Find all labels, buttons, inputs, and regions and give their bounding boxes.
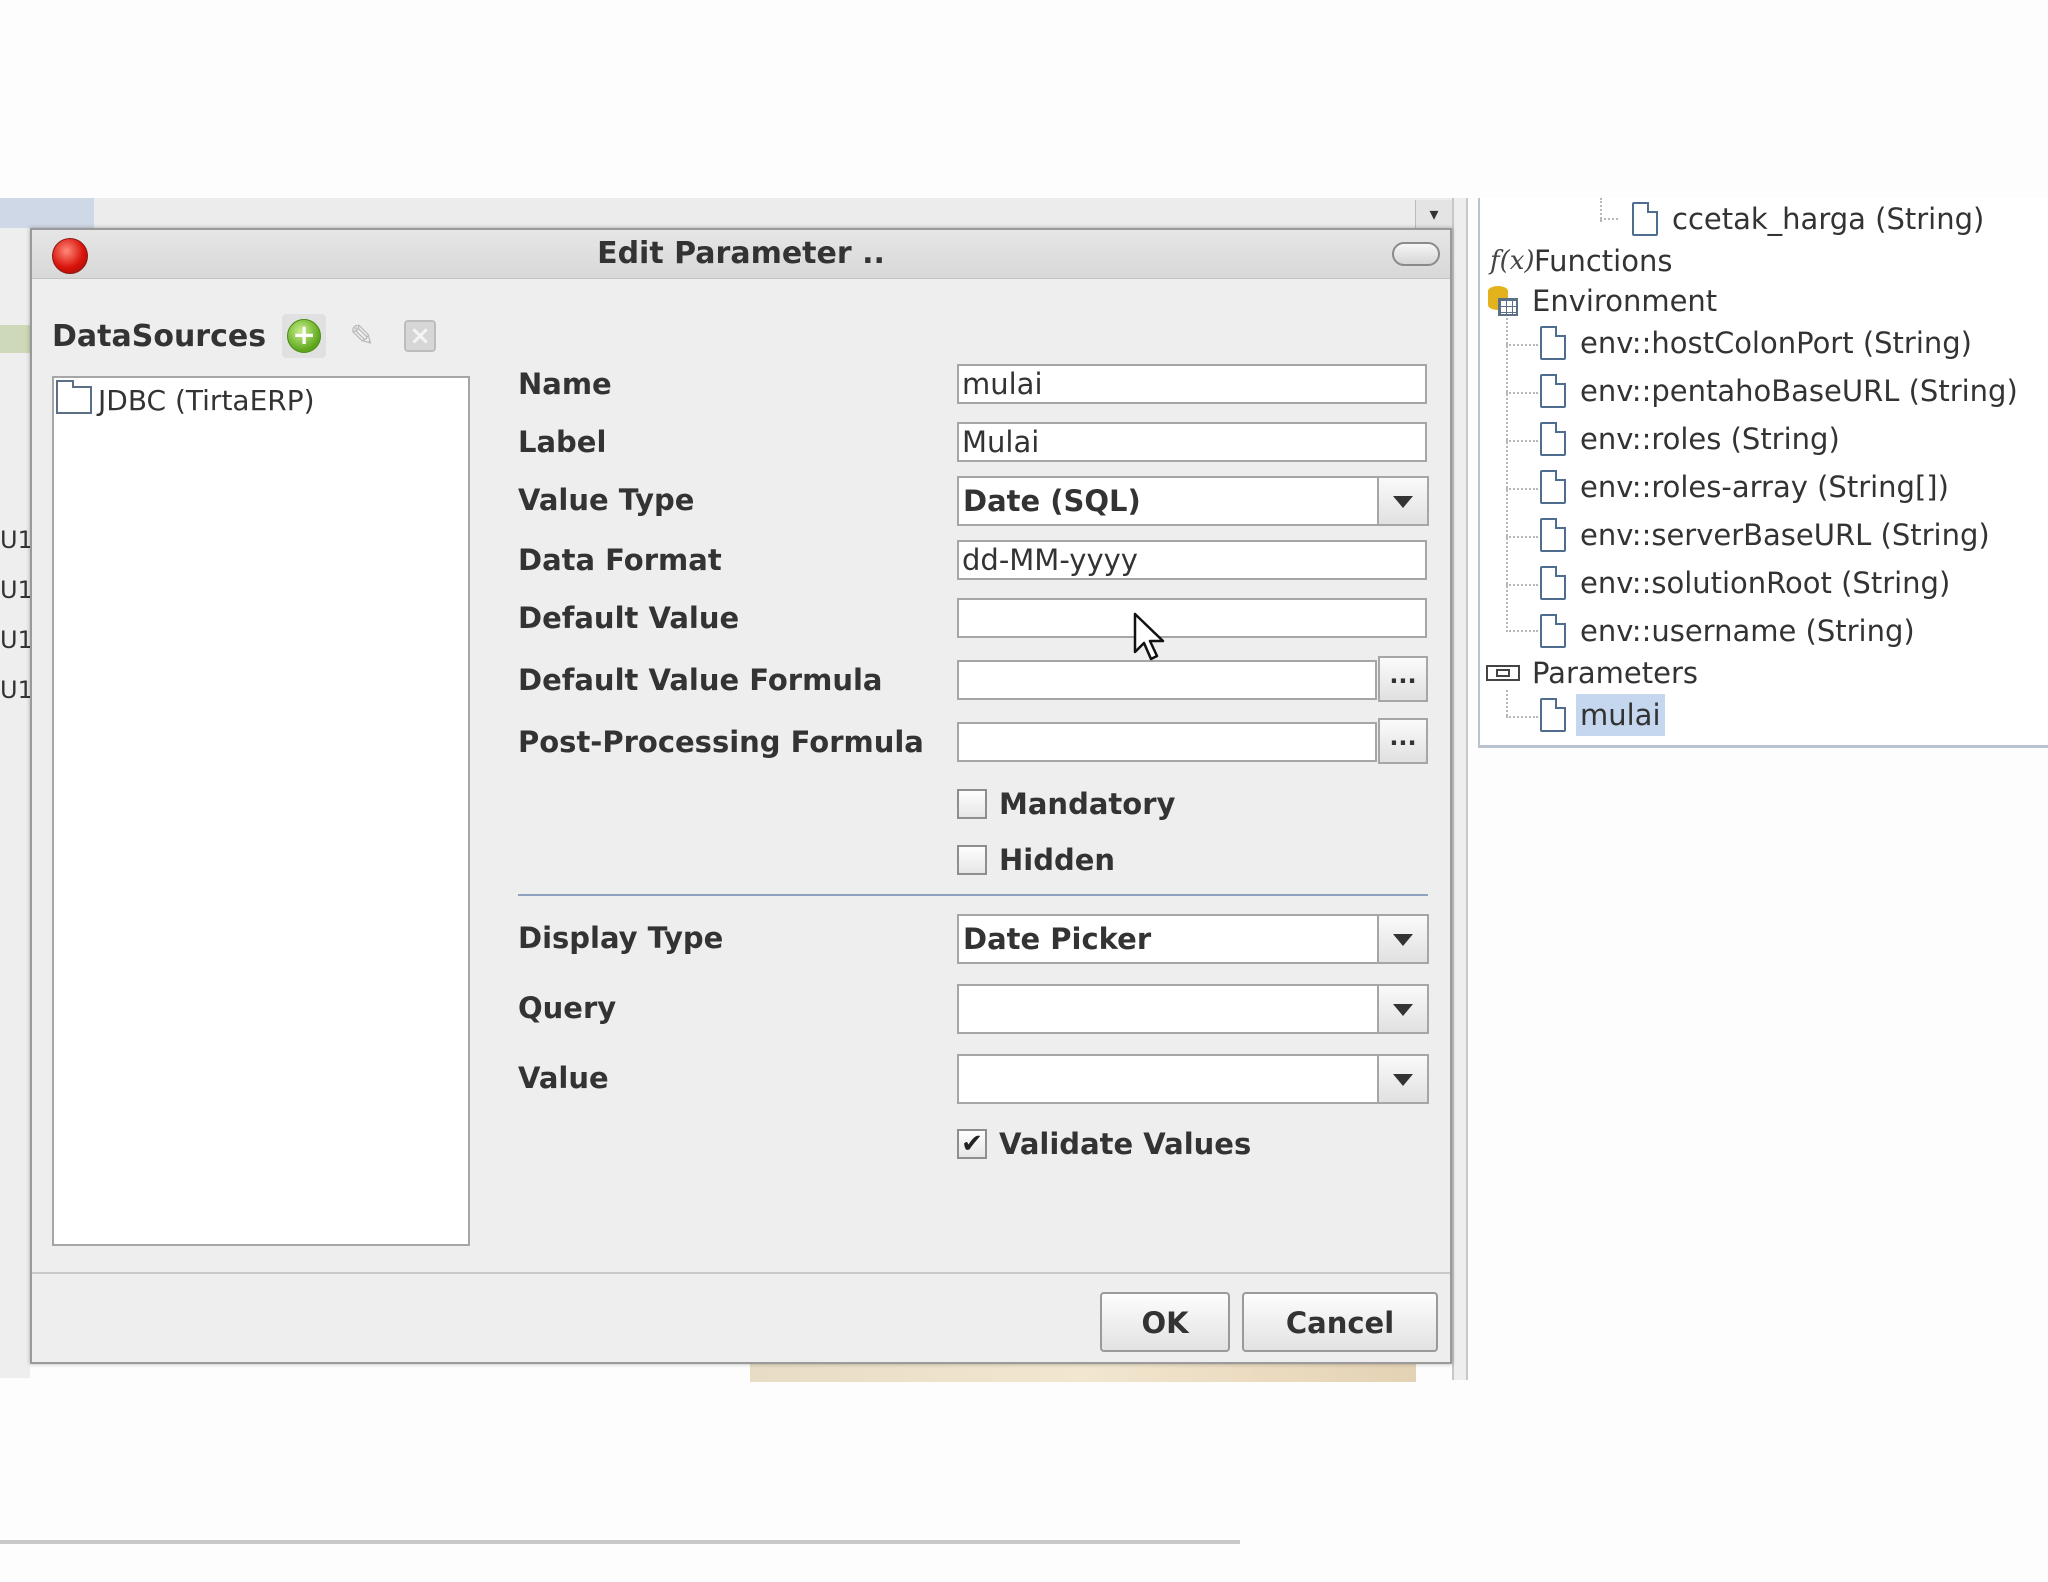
background-fragment-text: U1 <box>0 526 30 554</box>
pencil-icon: ✎ <box>349 318 375 354</box>
background-fragment-text: U1 <box>0 626 30 654</box>
datasource-item-jdbc[interactable]: JDBC (TirtaERP) <box>56 380 315 418</box>
value-type-label: Value Type <box>518 483 695 517</box>
dialog-titlebar[interactable]: Edit Parameter .. <box>32 230 1450 279</box>
background-tab[interactable] <box>0 198 94 228</box>
hidden-checkbox-row[interactable]: Hidden <box>957 840 1115 880</box>
data-format-field[interactable]: dd-MM-yyyy <box>957 540 1427 580</box>
data-structure-tree[interactable]: ccetak_harga (String) f(x) Functions Env… <box>1478 198 2048 748</box>
mandatory-label: Mandatory <box>999 787 1176 821</box>
tree-item-env-username[interactable]: env::username (String) <box>1540 610 1919 652</box>
tree-item-env-roles[interactable]: env::roles (String) <box>1540 418 1844 460</box>
datasources-header: DataSources + ✎ × <box>52 314 456 358</box>
document-icon <box>1540 614 1566 648</box>
label-field[interactable]: Mulai <box>957 422 1427 462</box>
document-icon <box>1540 326 1566 360</box>
dialog-title: Edit Parameter .. <box>597 236 885 271</box>
name-field[interactable]: mulai <box>957 364 1427 404</box>
tree-item-mulai[interactable]: mulai <box>1540 694 1665 736</box>
validate-values-label: Validate Values <box>999 1127 1252 1161</box>
default-value-label: Default Value <box>518 601 740 635</box>
value-label: Value <box>518 1061 609 1095</box>
tree-item-env-roles-array[interactable]: env::roles-array (String[]) <box>1540 466 1953 508</box>
data-format-label: Data Format <box>518 543 722 577</box>
background-toolbar-strip <box>0 198 1452 229</box>
query-select[interactable] <box>957 984 1429 1034</box>
post-processing-formula-label: Post-Processing Formula <box>518 725 924 759</box>
default-value-formula-field[interactable] <box>957 660 1377 700</box>
name-label-text: Name <box>518 367 612 401</box>
chevron-down-icon[interactable] <box>1377 986 1427 1032</box>
environment-icon <box>1486 284 1520 318</box>
tree-item-ccetak-harga[interactable]: ccetak_harga (String) <box>1632 198 1988 240</box>
tree-item-environment[interactable]: Environment <box>1486 280 1721 322</box>
background-left-panel <box>0 228 30 1378</box>
add-datasource-button[interactable]: + <box>282 314 327 358</box>
datasource-item-label: JDBC (TirtaERP) <box>98 383 315 417</box>
chevron-down-icon[interactable] <box>1377 478 1427 524</box>
mandatory-checkbox[interactable] <box>957 789 987 819</box>
document-icon <box>1632 202 1658 236</box>
default-value-formula-label: Default Value Formula <box>518 663 883 697</box>
label-label: Label <box>518 425 607 459</box>
mouse-cursor-icon <box>1133 612 1165 661</box>
default-value-formula-button[interactable]: ... <box>1378 656 1428 702</box>
post-processing-formula-button[interactable]: ... <box>1378 718 1428 764</box>
value-type-selected: Date (SQL) <box>963 484 1141 518</box>
datasources-list[interactable]: JDBC (TirtaERP) <box>52 376 470 1246</box>
chevron-down-icon[interactable] <box>1377 1056 1427 1102</box>
document-icon <box>1540 566 1566 600</box>
post-processing-formula-field[interactable] <box>957 722 1377 762</box>
tree-item-env-hostcolonport[interactable]: env::hostColonPort (String) <box>1540 322 1976 364</box>
tree-item-env-serverbaseurl[interactable]: env::serverBaseURL (String) <box>1540 514 1994 556</box>
background-left-highlight <box>0 325 30 353</box>
background-fragment-text: U1 <box>0 676 30 704</box>
chevron-down-icon[interactable] <box>1377 916 1427 962</box>
background-horizontal-scrollbar[interactable] <box>0 1540 1240 1544</box>
validate-values-checkbox[interactable]: ✔ <box>957 1129 987 1159</box>
folder-icon <box>56 380 92 414</box>
function-icon: f(x) <box>1490 246 1535 276</box>
display-type-label: Display Type <box>518 921 724 955</box>
panel-split-divider[interactable] <box>1452 198 1468 1380</box>
hidden-checkbox[interactable] <box>957 845 987 875</box>
display-type-select[interactable]: Date Picker <box>957 914 1429 964</box>
edit-datasource-button[interactable]: ✎ <box>340 314 384 358</box>
value-select[interactable] <box>957 1054 1429 1104</box>
document-icon <box>1540 470 1566 504</box>
parameters-icon <box>1486 665 1520 681</box>
form-separator <box>518 894 1428 896</box>
display-type-selected: Date Picker <box>963 922 1152 956</box>
delete-icon: × <box>404 320 437 352</box>
query-label: Query <box>518 991 617 1025</box>
value-type-select[interactable]: Date (SQL) <box>957 476 1429 526</box>
tree-item-env-solutionroot[interactable]: env::solutionRoot (String) <box>1540 562 1954 604</box>
mandatory-checkbox-row[interactable]: Mandatory <box>957 784 1175 824</box>
default-value-field[interactable] <box>957 598 1427 638</box>
tree-item-env-pentahobaseurl[interactable]: env::pentahoBaseURL (String) <box>1540 370 2022 412</box>
delete-datasource-button[interactable]: × <box>398 314 442 358</box>
hidden-label: Hidden <box>999 843 1116 877</box>
document-icon <box>1540 518 1566 552</box>
document-icon <box>1540 422 1566 456</box>
background-fragment-text: U1 <box>0 576 30 604</box>
cancel-button[interactable]: Cancel <box>1242 1292 1438 1352</box>
document-icon <box>1540 698 1566 732</box>
edit-parameter-dialog: Edit Parameter .. DataSources + ✎ × JDBC… <box>30 228 1452 1364</box>
datasources-title: DataSources <box>52 318 267 354</box>
document-icon <box>1540 374 1566 408</box>
tree-item-functions[interactable]: f(x) Functions <box>1490 240 1676 282</box>
tree-item-parameters[interactable]: Parameters <box>1486 652 1702 694</box>
validate-values-checkbox-row[interactable]: ✔ Validate Values <box>957 1124 1251 1164</box>
ok-button[interactable]: OK <box>1100 1292 1230 1352</box>
add-icon: + <box>287 319 322 353</box>
maximize-icon[interactable] <box>1392 242 1440 266</box>
background-scroll-arrow[interactable]: ▾ <box>1415 200 1452 228</box>
footer-divider <box>32 1272 1450 1274</box>
